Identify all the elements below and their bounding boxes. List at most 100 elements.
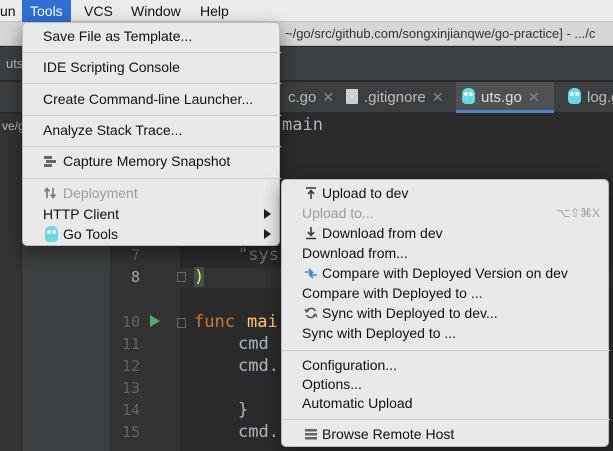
menu-item-label: Upload to dev bbox=[322, 185, 409, 201]
fold-marker-icon[interactable] bbox=[177, 318, 186, 328]
menu-separator bbox=[282, 419, 610, 420]
tab-label: c.go bbox=[288, 89, 317, 106]
menu-item-upload-to[interactable]: Upload to... ⌥⇧⌘X bbox=[282, 203, 610, 223]
menu-item-sync-with-deployed-to[interactable]: Sync with Deployed to ... bbox=[282, 323, 610, 343]
breadcrumb[interactable]: uts bbox=[6, 56, 23, 71]
menubar-item-tools[interactable]: Tools bbox=[22, 0, 71, 22]
code-function-name: mai bbox=[247, 312, 278, 332]
menu-item-capture-memory-snapshot[interactable]: Capture Memory Snapshot bbox=[23, 151, 281, 171]
run-gutter-icon[interactable] bbox=[150, 315, 160, 327]
menu-item-label: Deployment bbox=[63, 185, 138, 201]
menu-item-analyze-stack-trace[interactable]: Analyze Stack Trace... bbox=[23, 120, 281, 140]
code-text: main bbox=[282, 115, 323, 135]
line-number: 13 bbox=[121, 379, 140, 397]
menu-item-label: Analyze Stack Trace... bbox=[43, 122, 183, 138]
close-icon[interactable]: ✕ bbox=[322, 89, 334, 105]
menu-item-create-command-line-launcher[interactable]: Create Command-line Launcher... bbox=[23, 89, 281, 109]
menu-item-label: Configuration... bbox=[302, 357, 397, 373]
line-number: 14 bbox=[121, 401, 140, 419]
menubar-item-help[interactable]: Help bbox=[192, 0, 237, 22]
menu-item-label: HTTP Client bbox=[43, 206, 119, 222]
menu-item-label: Sync with Deployed to ... bbox=[302, 325, 457, 341]
code-paren-match: ) bbox=[194, 267, 205, 287]
download-icon bbox=[306, 227, 316, 240]
line-number: 15 bbox=[121, 423, 140, 441]
menu-item-ide-scripting-console[interactable]: IDE Scripting Console bbox=[23, 57, 281, 77]
memory-snapshot-icon bbox=[44, 156, 56, 167]
menu-item-label: Browse Remote Host bbox=[322, 426, 455, 442]
line-number: 8 bbox=[130, 268, 140, 286]
menu-item-label: Download from dev bbox=[322, 225, 443, 241]
code-string: "sys bbox=[238, 245, 279, 265]
close-icon[interactable]: ✕ bbox=[528, 89, 540, 105]
menu-item-download-from[interactable]: Download from... bbox=[282, 243, 610, 263]
menu-item-label: Create Command-line Launcher... bbox=[43, 91, 254, 107]
tab-uts-go[interactable]: uts.go ✕ bbox=[456, 82, 554, 113]
menu-separator bbox=[23, 146, 281, 147]
menu-item-compare-deployed-version[interactable]: Compare with Deployed Version on dev bbox=[282, 263, 610, 283]
menu-item-label: Compare with Deployed Version on dev bbox=[322, 265, 568, 281]
menu-item-label: Download from... bbox=[302, 245, 408, 261]
submenu-arrow-icon bbox=[264, 209, 271, 219]
menu-item-label: Sync with Deployed to dev... bbox=[322, 305, 498, 321]
menubar-item-run[interactable]: un bbox=[0, 0, 24, 22]
menu-item-label: Options... bbox=[302, 376, 362, 392]
menu-separator bbox=[282, 350, 610, 351]
menu-separator bbox=[23, 178, 281, 179]
compare-icon bbox=[305, 268, 317, 279]
tools-menu: Save File as Template... IDE Scripting C… bbox=[22, 22, 281, 246]
line-number: 7 bbox=[130, 246, 140, 264]
line-number: 10 bbox=[121, 313, 140, 331]
menubar-item-vcs[interactable]: VCS bbox=[76, 0, 121, 22]
tab-gitignore[interactable]: .gitignore ✕ bbox=[340, 82, 443, 113]
menubar-item-window[interactable]: Window bbox=[123, 0, 189, 22]
tab-c-go[interactable]: c.go ✕ bbox=[282, 82, 334, 113]
tab-label: .gitignore bbox=[364, 89, 426, 106]
menu-item-deployment[interactable]: Deployment bbox=[23, 183, 281, 203]
menu-item-configuration[interactable]: Configuration... bbox=[282, 355, 610, 375]
menu-item-go-tools[interactable]: Go Tools bbox=[23, 224, 281, 244]
menu-item-label: Compare with Deployed to ... bbox=[302, 285, 483, 301]
menu-item-compare-deployed-to[interactable]: Compare with Deployed to ... bbox=[282, 283, 610, 303]
menu-item-label: Automatic Upload bbox=[302, 395, 413, 411]
tab-label: log.g bbox=[587, 89, 613, 106]
remote-host-icon bbox=[305, 429, 317, 440]
menu-separator bbox=[23, 52, 281, 53]
menubar: un Tools VCS Window Help bbox=[0, 0, 613, 22]
upload-icon bbox=[306, 187, 316, 199]
code-text: cmd bbox=[238, 334, 269, 354]
menu-item-download-from-dev[interactable]: Download from dev bbox=[282, 223, 610, 243]
menu-item-upload-to-dev[interactable]: Upload to dev bbox=[282, 183, 610, 203]
code-text: } bbox=[238, 400, 249, 420]
menu-item-options[interactable]: Options... bbox=[282, 374, 610, 394]
go-gopher-icon bbox=[45, 226, 58, 242]
menu-item-sync-with-dev[interactable]: Sync with Deployed to dev... bbox=[282, 303, 610, 323]
code-text: cmd. bbox=[238, 422, 279, 442]
menu-item-http-client[interactable]: HTTP Client bbox=[23, 204, 281, 224]
menu-item-label: Capture Memory Snapshot bbox=[63, 153, 231, 169]
fold-marker-icon[interactable] bbox=[177, 272, 186, 282]
shortcut-hint: ⌥⇧⌘X bbox=[556, 206, 600, 220]
deployment-submenu: Upload to dev Upload to... ⌥⇧⌘X Download… bbox=[281, 179, 610, 447]
menu-item-label: Save File as Template... bbox=[43, 28, 193, 44]
tab-log-go[interactable]: log.g bbox=[562, 82, 613, 113]
tool-window-strip: ve/g bbox=[0, 113, 25, 451]
menu-item-label: Upload to... bbox=[302, 205, 374, 221]
go-file-icon bbox=[462, 88, 475, 104]
menu-item-browse-remote-host[interactable]: Browse Remote Host bbox=[282, 424, 610, 444]
window-title: ~/go/src/github.com/songxinjianqwe/go-pr… bbox=[285, 26, 596, 41]
tab-label: uts.go bbox=[481, 89, 522, 106]
menu-separator bbox=[23, 115, 281, 116]
deployment-arrows-icon bbox=[43, 187, 57, 199]
close-icon[interactable]: ✕ bbox=[432, 89, 444, 105]
line-number: 12 bbox=[121, 357, 140, 375]
file-icon bbox=[346, 89, 358, 104]
menu-item-automatic-upload[interactable]: Automatic Upload bbox=[282, 393, 610, 413]
line-number: 11 bbox=[121, 335, 140, 353]
code-keyword: func bbox=[194, 312, 235, 332]
sync-icon bbox=[304, 307, 318, 319]
menu-item-label: IDE Scripting Console bbox=[43, 59, 180, 75]
menu-item-save-file-as-template[interactable]: Save File as Template... bbox=[23, 26, 281, 46]
go-file-icon bbox=[568, 88, 581, 104]
menu-item-label: Go Tools bbox=[63, 226, 118, 242]
